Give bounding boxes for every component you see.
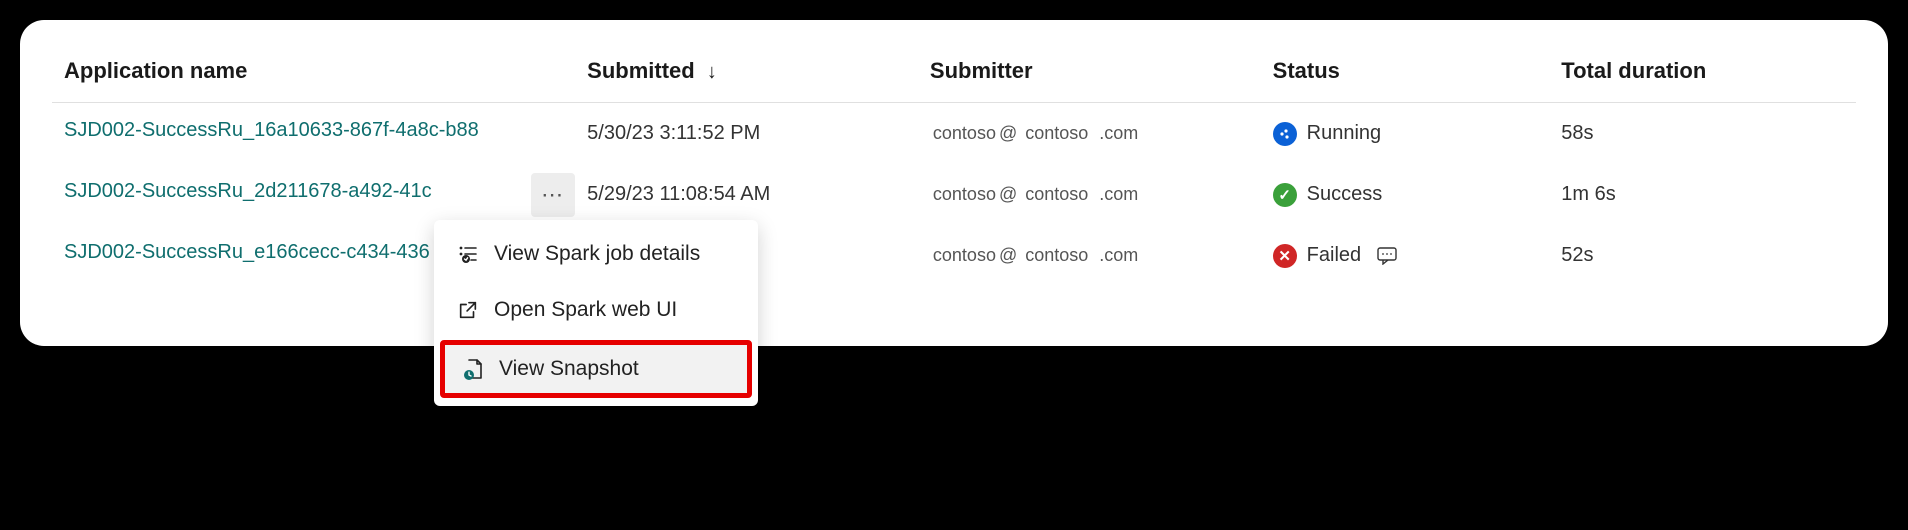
duration-cell: 1m 6s (1549, 164, 1856, 225)
column-header-status-label: Status (1273, 58, 1340, 83)
column-header-submitter[interactable]: Submitter (918, 44, 1261, 103)
application-link[interactable]: SJD002-SuccessRu_16a10633-867f-4a8c-b88 (64, 119, 479, 142)
column-header-name[interactable]: Application name (52, 44, 575, 103)
success-icon: ✓ (1273, 183, 1297, 207)
column-header-submitted-label: Submitted (587, 58, 695, 83)
list-details-icon (456, 242, 480, 266)
submitted-cell: 5/29/23 11:08:54 AM (575, 164, 918, 225)
more-actions-button[interactable]: ⋯ (531, 173, 575, 217)
table-row[interactable]: SJD002-SuccessRu_e166cecc-c434-436 conto… (52, 225, 1856, 286)
submitter-cell: contoso@ contoso .com (918, 164, 1261, 225)
menu-item-label: View Spark job details (494, 242, 700, 266)
table-row[interactable]: SJD002-SuccessRu_16a10633-867f-4a8c-b88 … (52, 103, 1856, 165)
column-header-duration-label: Total duration (1561, 58, 1706, 83)
status-label: Success (1307, 183, 1383, 206)
message-icon[interactable] (1377, 247, 1397, 265)
menu-item-label: View Snapshot (499, 357, 639, 381)
column-header-submitter-label: Submitter (930, 58, 1033, 83)
submitter-cell: contoso@ contoso .com (918, 103, 1261, 165)
menu-view-job-details[interactable]: View Spark job details (434, 226, 758, 282)
row-context-menu: View Spark job details Open Spark web UI… (434, 220, 758, 406)
application-link[interactable]: SJD002-SuccessRu_e166cecc-c434-436 (64, 241, 430, 264)
menu-open-spark-ui[interactable]: Open Spark web UI (434, 282, 758, 338)
column-header-name-label: Application name (64, 58, 247, 83)
ellipsis-icon: ⋯ (541, 182, 565, 208)
menu-item-label: Open Spark web UI (494, 298, 677, 322)
jobs-table: Application name Submitted ↓ Submitter S… (52, 44, 1856, 286)
duration-cell: 52s (1549, 225, 1856, 286)
failed-icon: ✕ (1273, 244, 1297, 268)
column-header-submitted[interactable]: Submitted ↓ (575, 44, 918, 103)
column-header-duration[interactable]: Total duration (1549, 44, 1856, 103)
status-label: Failed (1307, 244, 1361, 267)
menu-view-snapshot[interactable]: View Snapshot (440, 340, 752, 398)
column-header-status[interactable]: Status (1261, 44, 1550, 103)
status-label: Running (1307, 122, 1382, 145)
running-icon (1273, 122, 1297, 146)
external-link-icon (456, 298, 480, 322)
sort-desc-icon: ↓ (707, 61, 717, 84)
submitted-cell: 5/30/23 3:11:52 PM (575, 103, 918, 165)
snapshot-icon (461, 357, 485, 381)
jobs-card: Application name Submitted ↓ Submitter S… (20, 20, 1888, 346)
duration-cell: 58s (1549, 103, 1856, 165)
application-link[interactable]: SJD002-SuccessRu_2d211678-a492-41c (64, 180, 432, 203)
table-row[interactable]: SJD002-SuccessRu_2d211678-a492-41c ⋯ 5/2… (52, 164, 1856, 225)
submitter-cell: contoso@ contoso .com (918, 225, 1261, 286)
